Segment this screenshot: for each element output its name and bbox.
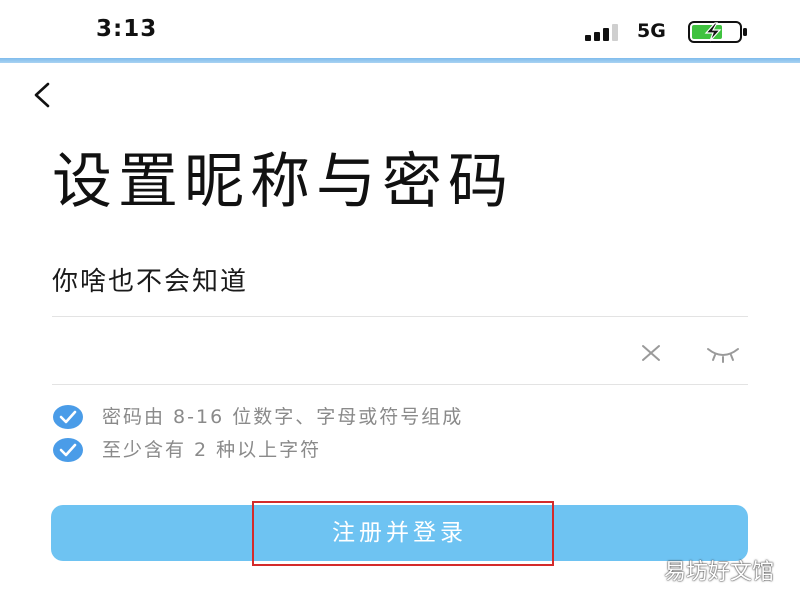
register-and-login-button[interactable]: 注册并登录 [51,505,748,561]
password-input[interactable] [52,330,612,376]
check-circle-icon [53,438,83,462]
network-label: 5G [637,20,666,42]
status-time: 3:13 [96,16,158,42]
register-button-label: 注册并登录 [332,520,467,546]
watermark: 易坊好文馆 [663,560,774,585]
status-bar: 3:13 5G [0,0,800,60]
nickname-input[interactable]: 你啥也不会知道 [52,258,748,306]
screen: 3:13 5G 设置昵称与密码 你啥也不会知道 密码由 8-16 位数字、字母或… [0,0,800,600]
password-divider [52,384,748,385]
signal-icon [585,24,618,41]
back-button[interactable] [28,78,58,112]
check-circle-icon [53,405,83,429]
page-title: 设置昵称与密码 [52,147,514,217]
close-icon[interactable] [640,344,662,362]
chevron-left-icon [34,82,50,108]
header-divider [0,58,800,63]
rule-text: 密码由 8-16 位数字、字母或符号组成 [102,406,464,428]
rule-text: 至少含有 2 种以上字符 [102,439,322,461]
nickname-divider [52,316,748,317]
battery-charging-icon [688,21,747,43]
eye-closed-icon[interactable] [706,345,740,363]
